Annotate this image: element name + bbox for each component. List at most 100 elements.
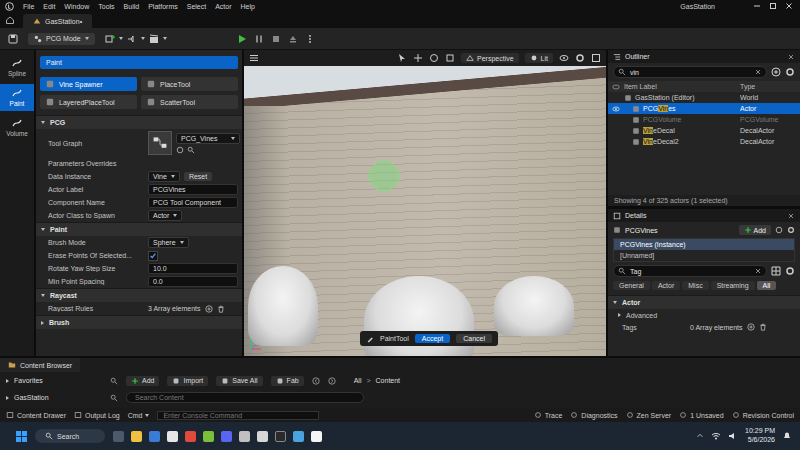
move-icon[interactable]	[413, 53, 423, 63]
status-button[interactable]: Content Drawer	[6, 411, 66, 419]
play-icon[interactable]	[237, 34, 247, 44]
mode-item[interactable]: Spline	[0, 54, 34, 81]
content-button[interactable]: Fab	[271, 376, 304, 386]
add-actor-icon[interactable]	[105, 34, 115, 44]
app-icon[interactable]	[167, 431, 178, 442]
project-folder-header[interactable]: GasStation	[6, 394, 118, 402]
tool-button[interactable]: PlaceTool	[141, 77, 238, 91]
menu-item[interactable]: Edit	[43, 3, 55, 10]
windows-start-icon[interactable]	[16, 431, 27, 442]
outliner-row[interactable]: VineDecal2DecalActor	[608, 136, 800, 147]
unreal-logo-icon[interactable]	[5, 2, 14, 11]
pause-icon[interactable]	[254, 34, 264, 44]
show-icon[interactable]	[559, 53, 569, 63]
section-header[interactable]: Raycast	[36, 288, 242, 302]
clock[interactable]: 10:29 PM5/6/2026	[745, 427, 775, 445]
cancel-button[interactable]: Cancel	[456, 334, 492, 343]
minimize-icon[interactable]	[752, 1, 762, 11]
status-button[interactable]: Trace	[534, 411, 563, 419]
app-icon[interactable]	[311, 431, 322, 442]
dropdown[interactable]: Vine	[148, 171, 180, 182]
grid-view-icon[interactable]	[771, 266, 781, 276]
mode-item[interactable]: Volume	[0, 114, 34, 141]
accept-button[interactable]: Accept	[415, 334, 450, 343]
chevron-up-icon[interactable]	[696, 432, 704, 440]
menu-item[interactable]: Actor	[215, 3, 231, 10]
app-icon[interactable]	[257, 431, 268, 442]
search-icon[interactable]	[110, 377, 118, 385]
close-tab-icon[interactable]	[787, 53, 795, 61]
eject-icon[interactable]	[288, 34, 298, 44]
text-field[interactable]: PCGVines	[148, 184, 238, 195]
menu-item[interactable]: Build	[124, 3, 140, 10]
text-field[interactable]: PCG Tool Component	[148, 197, 238, 208]
menu-item[interactable]: Platforms	[148, 3, 178, 10]
outliner-row[interactable]: GasStation (Editor)World	[608, 92, 800, 103]
component-row[interactable]: PCGVines (Instance)	[614, 239, 794, 250]
clear-icon[interactable]	[754, 68, 762, 76]
checkbox[interactable]	[148, 251, 158, 261]
menu-item[interactable]: Help	[241, 3, 255, 10]
browse-icon[interactable]	[176, 146, 184, 154]
menu-item[interactable]: File	[23, 3, 34, 10]
content-search[interactable]: Search Content	[126, 392, 364, 403]
app-icon[interactable]	[149, 431, 160, 442]
maximize-viewport-icon[interactable]	[591, 53, 601, 63]
cmd-dropdown[interactable]: Cmd	[128, 412, 150, 419]
taskbar-search[interactable]: Search	[35, 429, 105, 443]
status-button[interactable]: Diagnostics	[570, 411, 617, 419]
actor-name[interactable]: PCGVines	[625, 227, 735, 234]
console-input[interactable]: Enter Console Command	[157, 411, 319, 420]
section-header[interactable]: Actor	[608, 295, 800, 309]
settings-icon[interactable]	[575, 53, 585, 63]
outliner-row[interactable]: VineDecalDecalActor	[608, 125, 800, 136]
text-field[interactable]: 10.0	[148, 263, 238, 274]
add-filter-icon[interactable]	[771, 67, 781, 77]
perspective-button[interactable]: Perspective	[461, 53, 519, 63]
dropdown[interactable]: Sphere	[148, 237, 189, 248]
app-icon[interactable]	[131, 431, 142, 442]
section-header[interactable]: Brush	[36, 315, 242, 329]
menu-item[interactable]: Window	[64, 3, 89, 10]
details-search[interactable]: Tag	[613, 265, 767, 277]
column-header[interactable]: Type	[740, 83, 796, 90]
add-element-icon[interactable]	[205, 305, 213, 313]
stop-icon[interactable]	[271, 34, 281, 44]
add-component-button[interactable]: Add	[739, 225, 771, 235]
favorites-header[interactable]: Favorites	[6, 377, 118, 385]
column-header[interactable]: Item Label	[624, 83, 740, 90]
blueprint-icon[interactable]	[127, 34, 137, 44]
save-icon[interactable]	[8, 34, 18, 44]
tool-button[interactable]: Vine Spawner	[40, 77, 137, 91]
details-tab[interactable]: Streaming	[711, 281, 755, 290]
outliner-row[interactable]: PCGVinesActor	[608, 103, 800, 114]
mode-item[interactable]: Paint	[0, 84, 34, 111]
forward-icon[interactable]	[328, 377, 336, 385]
notification-icon[interactable]	[782, 431, 792, 441]
advanced-group[interactable]: Advanced	[608, 309, 800, 321]
settings-icon[interactable]	[785, 67, 795, 77]
clear-icon[interactable]	[754, 267, 762, 275]
tool-category[interactable]: Paint	[40, 56, 238, 69]
details-tab[interactable]: Actor	[652, 281, 680, 290]
trash-icon[interactable]	[759, 323, 767, 331]
menu-item[interactable]: Tools	[98, 3, 114, 10]
hamburger-icon[interactable]	[249, 53, 259, 63]
section-header[interactable]: PCG	[36, 115, 242, 129]
dropdown[interactable]: Actor	[148, 210, 182, 221]
lit-button[interactable]: Lit	[525, 53, 553, 63]
trash-icon[interactable]	[217, 305, 225, 313]
add-element-icon[interactable]	[747, 323, 755, 331]
settings-icon[interactable]	[785, 266, 795, 276]
level-tab[interactable]: GasStation•	[23, 14, 92, 28]
maximize-icon[interactable]	[768, 1, 778, 11]
content-browser-tab[interactable]: Content Browser	[0, 358, 80, 372]
more-icon[interactable]	[305, 34, 315, 44]
search-icon[interactable]	[110, 394, 118, 402]
find-icon[interactable]	[187, 146, 195, 154]
details-tab[interactable]: Misc	[682, 281, 708, 290]
status-button[interactable]: Zen Server	[626, 411, 672, 419]
blueprint-icon[interactable]	[775, 226, 783, 234]
cinematics-icon[interactable]	[149, 34, 159, 44]
close-icon[interactable]	[784, 1, 794, 11]
